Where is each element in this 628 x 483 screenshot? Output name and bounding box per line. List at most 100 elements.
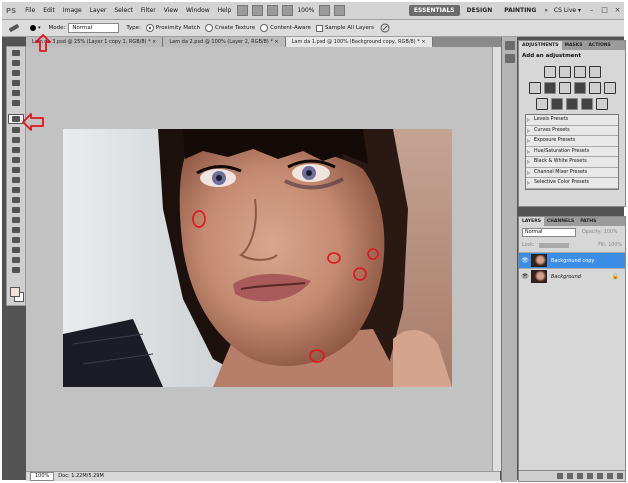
workspace-more[interactable]: » bbox=[544, 7, 548, 14]
preset-exposure[interactable]: Exposure Presets bbox=[526, 136, 618, 147]
vertical-scrollbar[interactable] bbox=[492, 47, 501, 471]
shape-tool-icon[interactable] bbox=[9, 226, 23, 234]
threshold-icon[interactable] bbox=[566, 98, 578, 110]
actions-panel-icon[interactable] bbox=[504, 54, 515, 63]
menu-view[interactable]: View bbox=[160, 7, 182, 14]
hand-tool-icon[interactable] bbox=[9, 256, 23, 264]
tab-paths[interactable]: PATHS bbox=[577, 217, 599, 226]
menu-filter[interactable]: Filter bbox=[137, 7, 160, 14]
layer-item-background-copy[interactable]: 👁 Background copy bbox=[519, 252, 625, 268]
preset-curves[interactable]: Curves Presets bbox=[526, 126, 618, 136]
cs-live-menu[interactable]: CS Live ▾ bbox=[554, 7, 581, 14]
levels-icon[interactable] bbox=[558, 66, 571, 78]
foreground-color-swatch[interactable] bbox=[10, 287, 20, 297]
photo-filter-icon[interactable] bbox=[588, 82, 601, 94]
eraser-tool-icon[interactable] bbox=[9, 156, 23, 164]
exposure-icon[interactable] bbox=[588, 66, 601, 78]
blend-mode-select[interactable]: Normal bbox=[522, 228, 576, 237]
menu-layer[interactable]: Layer bbox=[86, 7, 111, 14]
preset-levels[interactable]: Levels Presets bbox=[526, 115, 618, 126]
type-tool-icon[interactable] bbox=[9, 206, 23, 214]
color-balance-icon[interactable] bbox=[558, 82, 571, 94]
arrange-documents-icon[interactable] bbox=[318, 5, 330, 16]
posterize-icon[interactable] bbox=[551, 98, 563, 110]
hand-tool-icon[interactable] bbox=[267, 5, 279, 16]
menu-image[interactable]: Image bbox=[59, 7, 86, 14]
tab-masks[interactable]: MASKS bbox=[562, 41, 586, 50]
add-mask-icon[interactable] bbox=[577, 473, 583, 479]
visibility-eye-icon[interactable]: 👁 bbox=[521, 273, 529, 281]
lock-icons[interactable] bbox=[538, 243, 569, 248]
mini-bridge-icon[interactable] bbox=[252, 5, 264, 16]
pen-tool-icon[interactable] bbox=[9, 196, 23, 204]
brightness-contrast-icon[interactable] bbox=[543, 66, 556, 78]
preset-channel-mixer[interactable]: Channel Mixer Presets bbox=[526, 168, 618, 178]
fill-value[interactable]: 100% bbox=[608, 243, 622, 248]
close-icon[interactable]: × bbox=[613, 6, 622, 15]
proximity-match-radio[interactable] bbox=[145, 24, 154, 32]
crop-tool-icon[interactable] bbox=[9, 89, 23, 97]
eyedropper-tool-icon[interactable] bbox=[9, 99, 23, 107]
zoom-tool-icon[interactable] bbox=[9, 266, 23, 274]
mode-select[interactable]: Normal bbox=[68, 23, 120, 33]
layer-style-icon[interactable] bbox=[567, 473, 573, 479]
hue-saturation-icon[interactable] bbox=[543, 82, 556, 94]
link-layers-icon[interactable] bbox=[557, 473, 563, 479]
quick-selection-tool-icon[interactable] bbox=[9, 79, 23, 87]
curves-icon[interactable] bbox=[573, 66, 586, 78]
screen-mode-icon[interactable] bbox=[333, 5, 345, 16]
invert-icon[interactable] bbox=[536, 98, 548, 110]
tab-close-icon[interactable]: × bbox=[152, 39, 156, 45]
preset-black-white[interactable]: Black & White Presets bbox=[526, 157, 618, 168]
brush-preset-picker[interactable] bbox=[30, 25, 36, 31]
tab-close-icon[interactable]: × bbox=[421, 39, 425, 45]
workspace-painting[interactable]: PAINTING bbox=[499, 5, 541, 16]
document-image[interactable] bbox=[63, 129, 452, 387]
history-panel-icon[interactable] bbox=[504, 41, 515, 50]
brush-tool-icon[interactable] bbox=[9, 126, 23, 134]
menu-file[interactable]: File bbox=[21, 7, 39, 14]
vibrance-icon[interactable] bbox=[528, 82, 541, 94]
menu-select[interactable]: Select bbox=[110, 7, 137, 14]
menu-window[interactable]: Window bbox=[182, 7, 214, 14]
status-doc-size[interactable]: Doc: 1.22M/5.29M bbox=[58, 472, 104, 481]
adjustment-layer-icon[interactable] bbox=[587, 473, 593, 479]
move-tool-icon[interactable] bbox=[9, 49, 23, 57]
maximize-icon[interactable]: □ bbox=[600, 6, 609, 15]
clone-stamp-tool-icon[interactable] bbox=[9, 136, 23, 144]
tab-layers[interactable]: LAYERS bbox=[519, 217, 544, 226]
sample-all-layers-checkbox[interactable] bbox=[315, 24, 323, 32]
selective-color-icon[interactable] bbox=[596, 98, 608, 110]
marquee-tool-icon[interactable] bbox=[9, 59, 23, 67]
minimize-icon[interactable]: – bbox=[587, 6, 596, 15]
canvas-area[interactable] bbox=[26, 47, 492, 471]
blur-tool-icon[interactable] bbox=[9, 176, 23, 184]
tab-close-icon[interactable]: × bbox=[274, 39, 278, 45]
visibility-eye-icon[interactable]: 👁 bbox=[521, 257, 529, 265]
layer-item-background[interactable]: 👁 Background 🔒 bbox=[519, 268, 625, 284]
tab-lam-da-2[interactable]: Lam da 2.psd @ 100% (Layer 2, RGB/8) * × bbox=[163, 37, 286, 47]
zoom-level[interactable]: 100% bbox=[297, 7, 314, 14]
preset-selective-color[interactable]: Selective Color Presets bbox=[526, 178, 618, 189]
path-selection-tool-icon[interactable] bbox=[9, 216, 23, 224]
brush-preset-chevron-icon[interactable]: ▾ bbox=[38, 25, 41, 31]
gradient-map-icon[interactable] bbox=[581, 98, 593, 110]
tab-lam-da-1[interactable]: Lam da 1.psd @ 100% (Background copy, RG… bbox=[285, 37, 433, 47]
new-layer-icon[interactable] bbox=[607, 473, 613, 479]
spot-healing-brush-icon[interactable] bbox=[8, 23, 22, 33]
tab-adjustments[interactable]: ADJUSTMENTS bbox=[519, 41, 562, 50]
content-aware-radio[interactable] bbox=[260, 24, 269, 32]
create-texture-radio[interactable] bbox=[205, 24, 214, 32]
status-zoom[interactable]: 100% bbox=[30, 472, 55, 481]
new-group-icon[interactable] bbox=[597, 473, 603, 479]
workspace-design[interactable]: DESIGN bbox=[462, 5, 498, 16]
menu-help[interactable]: Help bbox=[214, 7, 236, 14]
workspace-essentials[interactable]: ESSENTIALS bbox=[408, 5, 460, 16]
zoom-tool-icon[interactable] bbox=[282, 5, 294, 16]
history-brush-tool-icon[interactable] bbox=[9, 146, 23, 154]
preset-hue-saturation[interactable]: Hue/Saturation Presets bbox=[526, 147, 618, 157]
black-white-icon[interactable] bbox=[573, 82, 586, 94]
bridge-icon[interactable] bbox=[237, 5, 249, 16]
channel-mixer-icon[interactable] bbox=[603, 82, 616, 94]
3d-rotate-tool-icon[interactable] bbox=[9, 236, 23, 244]
